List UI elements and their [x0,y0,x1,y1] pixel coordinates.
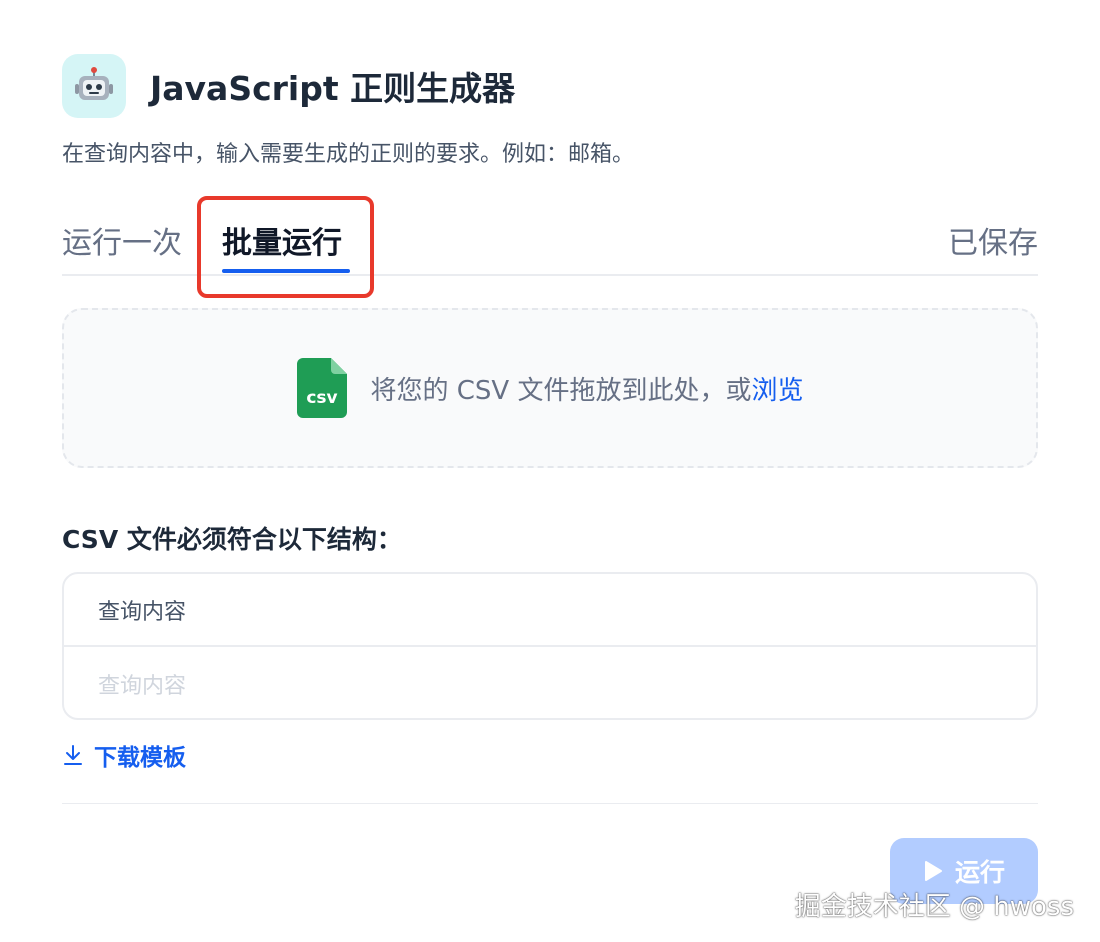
run-button-label: 运行 [954,858,1005,887]
structure-placeholder-cell: 查询内容 [98,673,187,699]
browse-link[interactable]: 浏览 [751,376,803,406]
tab-run-once[interactable]: 运行一次 [62,218,182,262]
app-description: 在查询内容中，输入需要生成的正则的要求。例如：邮箱。 [62,142,635,167]
footer-divider [62,803,1038,804]
csv-file-icon: csv [296,358,347,418]
structure-header-cell: 查询内容 [64,574,1036,647]
csv-dropzone[interactable]: csv 将您的 CSV 文件拖放到此处，或浏览 [62,308,1038,468]
play-icon [924,861,942,881]
tab-saved[interactable]: 已保存 [948,218,1038,262]
download-icon [64,745,82,765]
svg-text:csv: csv [306,388,337,408]
tab-batch-run[interactable]: 批量运行 [222,218,342,262]
download-template-label: 下载模板 [94,745,186,771]
robot-icon [62,54,126,118]
app-header: JavaScript 正则生成器 [62,54,515,118]
structure-table: 查询内容 查询内容 [62,572,1038,720]
dropzone-text: 将您的 CSV 文件拖放到此处，或浏览 [371,370,804,407]
app-title: JavaScript 正则生成器 [150,69,516,108]
download-template-link[interactable]: 下载模板 [62,738,186,772]
tab-bar: 运行一次 批量运行 已保存 [62,196,1038,276]
page: JavaScript 正则生成器 在查询内容中，输入需要生成的正则的要求。例如：… [0,0,1100,942]
dropzone-instruction: 将您的 CSV 文件拖放到此处，或 [370,375,752,406]
structure-label: CSV 文件必须符合以下结构： [62,525,402,554]
watermark: 掘金技术社区 @ hwoss [794,892,1074,922]
active-tab-indicator [222,269,350,273]
